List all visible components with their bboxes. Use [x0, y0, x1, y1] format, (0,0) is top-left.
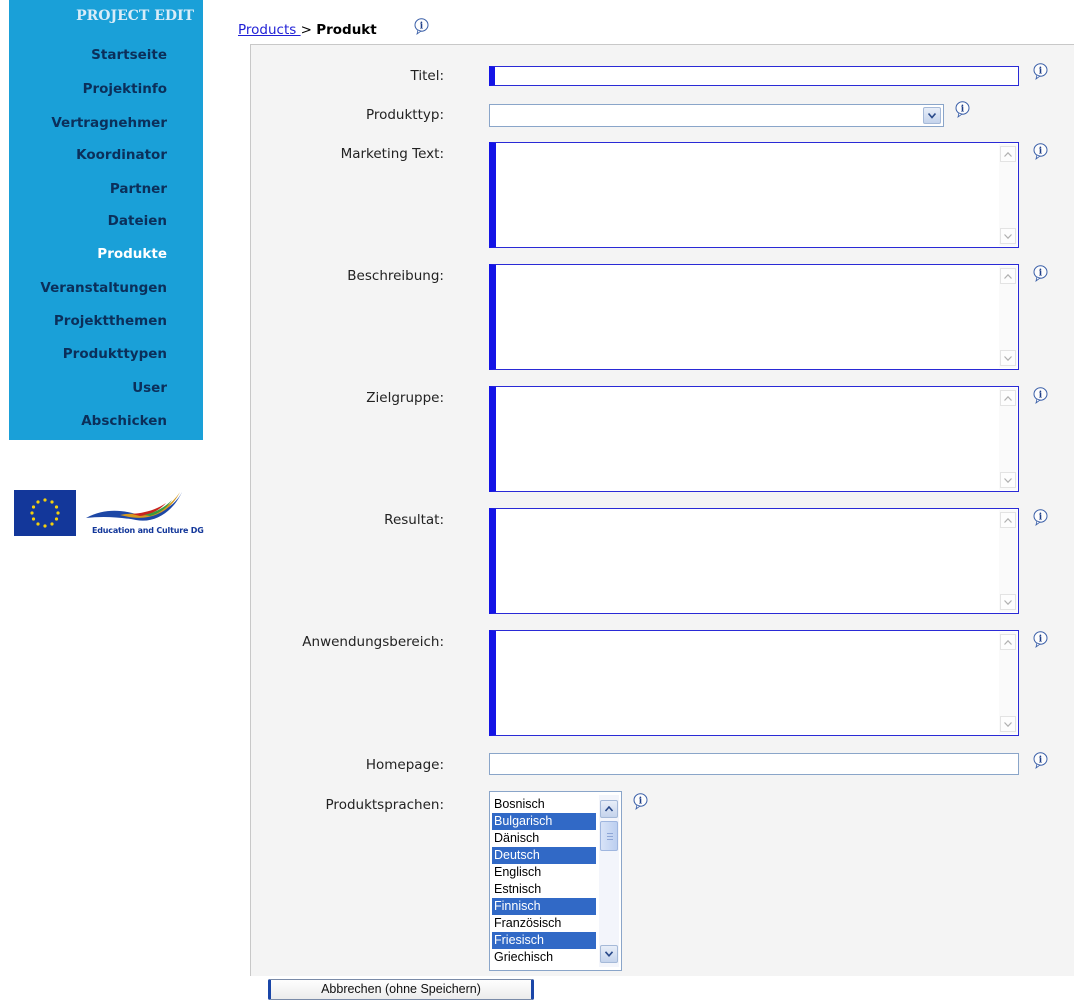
- sidebar-item-dateien[interactable]: Dateien: [9, 213, 167, 229]
- sidebar-item-veranstaltungen[interactable]: Veranstaltungen: [9, 280, 167, 296]
- sidebar-item-produkte[interactable]: Produkte: [9, 246, 167, 262]
- logo-caption: Education and Culture DG: [92, 526, 204, 535]
- resultat-textarea[interactable]: [489, 508, 1019, 614]
- zielgruppe-info-icon[interactable]: i: [1033, 387, 1048, 404]
- svg-text:i: i: [1039, 391, 1043, 401]
- marketing-text-label: Marketing Text:: [340, 146, 444, 162]
- language-option[interactable]: Friesisch: [492, 932, 596, 949]
- scrollbar[interactable]: [999, 632, 1017, 734]
- homepage-input[interactable]: [489, 753, 1019, 775]
- produkttyp-info-icon[interactable]: i: [955, 101, 970, 118]
- chevron-up-icon[interactable]: [600, 800, 618, 818]
- anwendungsbereich-info-icon[interactable]: i: [1033, 631, 1048, 648]
- language-option[interactable]: Estnisch: [492, 881, 596, 898]
- svg-text:i: i: [1039, 513, 1043, 523]
- sidebar-item-koordinator[interactable]: Koordinator: [9, 147, 167, 163]
- scrollbar[interactable]: [999, 144, 1017, 246]
- sidebar-item-projektthemen[interactable]: Projektthemen: [9, 313, 167, 329]
- marketing-text-textarea[interactable]: [489, 142, 1019, 248]
- eu-flag-logo: [14, 490, 76, 536]
- scroll-up-icon[interactable]: [1000, 146, 1016, 162]
- svg-text:i: i: [1039, 756, 1043, 766]
- sidebar-item-startseite[interactable]: Startseite: [9, 47, 167, 63]
- scroll-down-icon[interactable]: [1000, 350, 1016, 366]
- sidebar-item-produkttypen[interactable]: Produkttypen: [9, 346, 167, 362]
- produkttyp-label: Produkttyp:: [365, 107, 444, 123]
- language-option[interactable]: Dänisch: [492, 830, 596, 847]
- svg-text:i: i: [639, 797, 643, 807]
- chevron-down-icon[interactable]: [600, 945, 618, 963]
- svg-text:i: i: [961, 105, 965, 115]
- zielgruppe-label: Zielgruppe:: [366, 390, 444, 406]
- sidebar-item-projektinfo[interactable]: Projektinfo: [9, 81, 167, 97]
- scroll-up-icon[interactable]: [1000, 268, 1016, 284]
- produktsprachen-info-icon[interactable]: i: [633, 793, 648, 810]
- listbox-scrollbar[interactable]: [599, 795, 619, 967]
- scroll-down-icon[interactable]: [1000, 716, 1016, 732]
- homepage-info-icon[interactable]: i: [1033, 752, 1048, 769]
- anwendungsbereich-label: Anwendungsbereich:: [302, 634, 444, 650]
- info-icon[interactable]: i: [414, 18, 429, 35]
- sidebar-item-user[interactable]: User: [9, 380, 167, 396]
- svg-text:i: i: [1039, 147, 1043, 157]
- produktsprachen-label: Produktsprachen:: [325, 797, 444, 813]
- svg-text:i: i: [1039, 635, 1043, 645]
- scroll-up-icon[interactable]: [1000, 634, 1016, 650]
- breadcrumb-separator: >: [300, 22, 312, 38]
- scroll-down-icon[interactable]: [1000, 228, 1016, 244]
- language-option[interactable]: Griechisch: [492, 949, 596, 966]
- svg-text:i: i: [1039, 67, 1043, 77]
- sidebar-item-partner[interactable]: Partner: [9, 181, 167, 197]
- sidebar-item-abschicken[interactable]: Abschicken: [9, 413, 167, 429]
- scrollbar[interactable]: [999, 510, 1017, 612]
- language-option[interactable]: Bulgarisch: [492, 813, 596, 830]
- scroll-down-icon[interactable]: [1000, 472, 1016, 488]
- language-option[interactable]: Finnisch: [492, 898, 596, 915]
- scrollbar[interactable]: [999, 266, 1017, 368]
- scroll-up-icon[interactable]: [1000, 390, 1016, 406]
- breadcrumb-products-link[interactable]: Products: [238, 22, 301, 38]
- beschreibung-info-icon[interactable]: i: [1033, 265, 1048, 282]
- language-option[interactable]: Bosnisch: [492, 796, 596, 813]
- sidebar-title: PROJECT EDIT: [76, 8, 194, 24]
- breadcrumb: Products > Produkt: [238, 22, 377, 38]
- titel-info-icon[interactable]: i: [1033, 63, 1048, 80]
- homepage-label: Homepage:: [365, 757, 444, 773]
- scrollbar[interactable]: [999, 388, 1017, 490]
- chevron-down-icon[interactable]: [923, 107, 941, 124]
- beschreibung-label: Beschreibung:: [347, 268, 444, 284]
- titel-input[interactable]: [489, 66, 1019, 86]
- language-option[interactable]: Französisch: [492, 915, 596, 932]
- language-option[interactable]: Deutsch: [492, 847, 596, 864]
- marketing-text-info-icon[interactable]: i: [1033, 143, 1048, 160]
- produktsprachen-listbox[interactable]: Bosnisch Bulgarisch Dänisch Deutsch Engl…: [489, 791, 622, 971]
- scroll-thumb[interactable]: [600, 821, 618, 851]
- scroll-up-icon[interactable]: [1000, 512, 1016, 528]
- zielgruppe-textarea[interactable]: [489, 386, 1019, 492]
- svg-text:i: i: [420, 22, 424, 32]
- language-option[interactable]: Englisch: [492, 864, 596, 881]
- titel-label: Titel:: [410, 68, 444, 84]
- anwendungsbereich-textarea[interactable]: [489, 630, 1019, 736]
- beschreibung-textarea[interactable]: [489, 264, 1019, 370]
- breadcrumb-current: Produkt: [316, 22, 377, 38]
- resultat-info-icon[interactable]: i: [1033, 509, 1048, 526]
- scroll-down-icon[interactable]: [1000, 594, 1016, 610]
- cancel-button[interactable]: Abbrechen (ohne Speichern): [268, 979, 534, 1000]
- sidebar-nav: PROJECT EDIT Startseite Projektinfo Vert…: [9, 0, 203, 440]
- produkttyp-select[interactable]: [489, 104, 944, 127]
- resultat-label: Resultat:: [384, 512, 444, 528]
- svg-text:i: i: [1039, 269, 1043, 279]
- sidebar-item-vertragnehmer[interactable]: Vertragnehmer: [9, 115, 167, 131]
